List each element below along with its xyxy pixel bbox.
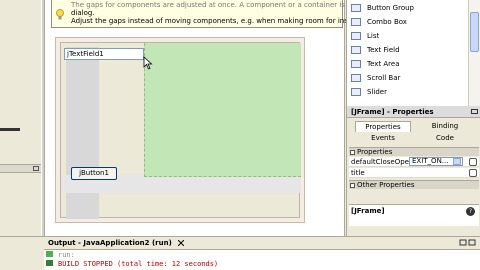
- property-row-title[interactable]: title: [349, 168, 479, 178]
- window-controls-icon[interactable]: [452, 239, 476, 247]
- palette-item-scroll-bar[interactable]: Scroll Bar: [351, 73, 451, 84]
- ellipsis-button[interactable]: [469, 158, 477, 166]
- palette-item-label: Text Area: [367, 60, 400, 68]
- ellipsis-button[interactable]: [469, 169, 477, 177]
- combo-box-icon: [351, 18, 361, 26]
- palette-item-label: Scroll Bar: [367, 74, 401, 82]
- output-console[interactable]: run: BUILD STOPPED (total time: 12 secon…: [44, 249, 480, 270]
- property-name: title: [351, 169, 365, 177]
- slider-icon: [351, 88, 361, 96]
- output-window: Output - JavaApplication2 (run) run: BUI…: [0, 236, 480, 270]
- run-icon[interactable]: [46, 251, 53, 257]
- palette-item-label: Combo Box: [367, 18, 407, 26]
- column-gap-guide: [66, 47, 99, 219]
- output-tab[interactable]: Output - JavaApplication2 (run): [48, 238, 172, 249]
- left-panel-strip: [0, 0, 45, 236]
- scrollbar-thumb[interactable]: [470, 12, 479, 52]
- collapse-icon[interactable]: [350, 183, 355, 188]
- minimize-icon[interactable]: [33, 166, 39, 171]
- scroll-bar-icon: [351, 74, 361, 82]
- form-designer: The gaps for components are adjusted at …: [45, 0, 369, 236]
- palette-item-text-field[interactable]: Text Field: [351, 45, 451, 56]
- palette-item-label: List: [367, 32, 380, 40]
- palette-item-slider[interactable]: Slider: [351, 87, 451, 98]
- tab-properties[interactable]: Properties: [355, 121, 411, 132]
- other-properties-group[interactable]: Other Properties: [349, 180, 479, 189]
- jbutton1[interactable]: jButton1: [71, 167, 117, 180]
- palette-item-button-group[interactable]: Button Group: [351, 3, 451, 14]
- other-properties-label: Other Properties: [357, 181, 415, 189]
- chevron-down-icon[interactable]: [453, 158, 461, 165]
- palette-item-label: Slider: [367, 88, 387, 96]
- hint-tooltip: The gaps for components are adjusted at …: [51, 0, 369, 28]
- properties-group-label: Properties: [357, 148, 393, 156]
- text-field-icon: [351, 46, 361, 54]
- palette-scrollbar[interactable]: [468, 0, 480, 106]
- list-icon: [351, 32, 361, 40]
- palette-item-label: Button Group: [367, 4, 414, 12]
- jtextfield1[interactable]: jTextField1: [64, 48, 144, 60]
- minimize-icon[interactable]: [471, 109, 478, 114]
- palette-item-label: Text Field: [367, 46, 400, 54]
- left-panel-marker: [0, 128, 20, 131]
- help-icon[interactable]: ?: [466, 207, 475, 216]
- properties-panel: [JFrame] - Properties Properties Binding…: [346, 106, 480, 236]
- text-area-icon: [351, 60, 361, 68]
- properties-title: [JFrame] - Properties: [347, 106, 480, 118]
- tab-events[interactable]: Events: [355, 133, 411, 144]
- property-name: defaultCloseOper: [351, 158, 412, 166]
- button-group-icon: [351, 4, 361, 12]
- properties-footer: [JFrame] ?: [349, 204, 479, 226]
- hint-text-line1: The gaps for components are adjusted at …: [71, 1, 345, 9]
- move-cursor-icon: [143, 56, 153, 70]
- hint-text-line2: dialog.: [71, 9, 95, 17]
- palette-item-combo-box[interactable]: Combo Box: [351, 17, 451, 28]
- palette-item-list[interactable]: List: [351, 31, 451, 42]
- jframe-form[interactable]: jTextField1 jButton1: [55, 37, 305, 223]
- drop-target-area[interactable]: [144, 43, 301, 177]
- content-pane[interactable]: jTextField1 jButton1: [60, 42, 301, 219]
- hint-text-line3: Adjust the gaps instead of moving compon…: [71, 17, 369, 25]
- palette-item-text-area[interactable]: Text Area: [351, 59, 451, 70]
- properties-title-text: [JFrame] - Properties: [351, 108, 434, 116]
- properties-group[interactable]: Properties: [349, 147, 479, 156]
- output-line-run: run:: [58, 251, 75, 259]
- properties-footer-title: [JFrame]: [351, 207, 385, 215]
- component-palette: Button Group Combo Box List Text Field T…: [346, 0, 480, 106]
- close-icon[interactable]: [178, 240, 184, 246]
- rerun-icon[interactable]: [46, 260, 53, 266]
- tab-code[interactable]: Code: [417, 133, 473, 144]
- property-row-default-close[interactable]: defaultCloseOper EXIT_ON...: [349, 157, 479, 167]
- left-panel-toolbar: [0, 164, 41, 173]
- collapse-icon[interactable]: [350, 150, 355, 155]
- lightbulb-icon: [56, 9, 64, 20]
- output-gutter: [44, 249, 56, 270]
- tab-binding[interactable]: Binding: [417, 121, 473, 132]
- output-line-build-stopped: BUILD STOPPED (total time: 12 seconds): [58, 260, 219, 268]
